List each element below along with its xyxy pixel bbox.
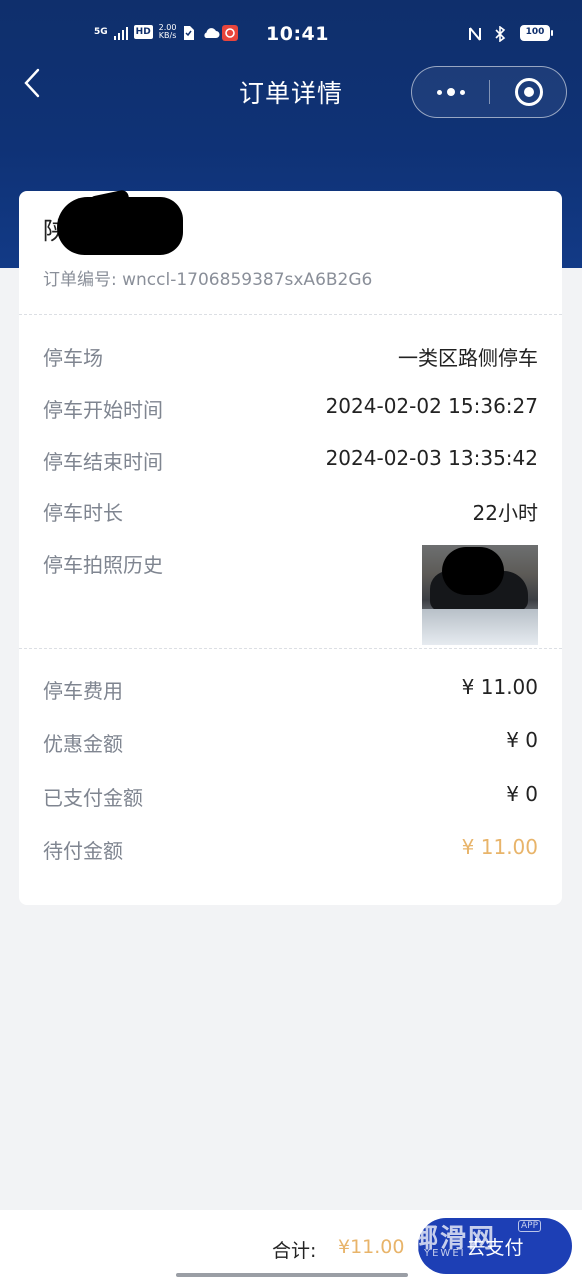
total-label: 合计:	[272, 1240, 317, 1262]
sim-icon	[182, 25, 196, 40]
info-label: 停车开始时间	[43, 398, 163, 422]
fee-label: 优惠金额	[43, 732, 123, 756]
info-row-parking-lot: 停车场 一类区路侧停车	[43, 342, 538, 372]
signal-icon	[113, 25, 128, 40]
info-row-start-time: 停车开始时间 2024-02-02 15:36:27	[43, 394, 538, 424]
screen: 5G HD 2.00 KB/s 10:41 100 订单详情 陕 订单编号: w…	[0, 0, 582, 1280]
fee-row-discount: 优惠金额 ¥ 0	[43, 728, 538, 758]
redaction-mark	[442, 547, 504, 595]
info-row-duration: 停车时长 22小时	[43, 497, 538, 527]
pay-button[interactable]: 去支付	[418, 1218, 572, 1274]
info-label: 停车拍照历史	[43, 553, 163, 577]
speed-unit: KB/s	[158, 31, 177, 40]
more-dots-icon-right	[459, 89, 465, 95]
order-card: 陕 订单编号: wnccl-1706859387sxA6B2G6 停车场 一类区…	[19, 188, 562, 905]
network-speed: 2.00 KB/s	[159, 24, 177, 40]
snow-ground	[422, 609, 538, 645]
fee-row-paid: 已支付金额 ¥ 0	[43, 782, 538, 812]
fee-value-due: ¥ 11.00	[461, 835, 538, 859]
info-value: 一类区路侧停车	[398, 346, 538, 370]
fee-row-parking-fee: 停车费用 ¥ 11.00	[43, 675, 538, 705]
network-indicator: 5G	[94, 26, 108, 37]
divider	[19, 648, 562, 649]
info-value: 2024-02-02 15:36:27	[325, 394, 538, 418]
clock: 10:41	[266, 23, 329, 45]
info-row-end-time: 停车结束时间 2024-02-03 13:35:42	[43, 446, 538, 476]
fee-label: 待付金额	[43, 839, 123, 863]
fee-label: 停车费用	[43, 679, 123, 703]
battery-indicator: 100	[520, 25, 553, 41]
home-indicator[interactable]	[176, 1273, 408, 1277]
bluetooth-icon	[494, 25, 508, 43]
parking-photo-thumbnail[interactable]	[422, 545, 538, 645]
status-bar: 5G HD 2.00 KB/s 10:41 100	[0, 18, 582, 54]
info-value: 22小时	[472, 501, 538, 525]
close-miniprogram-button[interactable]	[490, 67, 567, 117]
cloud-icon	[202, 25, 220, 39]
more-dots-icon-center	[446, 88, 455, 96]
fee-value: ¥ 0	[506, 782, 538, 806]
target-icon-dot	[523, 87, 534, 97]
redaction-mark	[57, 197, 183, 255]
app-notification-icon	[222, 25, 239, 41]
nfc-icon	[468, 26, 482, 41]
info-label: 停车场	[43, 346, 103, 370]
fee-value: ¥ 11.00	[461, 675, 538, 699]
more-dots-icon	[436, 89, 442, 95]
fee-label: 已支付金额	[43, 786, 143, 810]
info-label: 停车结束时间	[43, 450, 163, 474]
bottom-bar: 合计: ¥11.00 去支付	[0, 1210, 582, 1280]
target-icon	[514, 78, 543, 106]
info-value: 2024-02-03 13:35:42	[325, 446, 538, 470]
fee-value: ¥ 0	[506, 728, 538, 752]
order-number: 订单编号: wnccl-1706859387sxA6B2G6	[43, 270, 373, 290]
divider	[19, 314, 562, 315]
total-value: ¥11.00	[338, 1236, 405, 1258]
more-button[interactable]	[412, 67, 489, 117]
fee-row-due: 待付金额 ¥ 11.00	[43, 835, 538, 865]
info-label: 停车时长	[43, 501, 123, 525]
hd-badge: HD	[133, 25, 153, 39]
miniprogram-capsule	[411, 66, 567, 118]
